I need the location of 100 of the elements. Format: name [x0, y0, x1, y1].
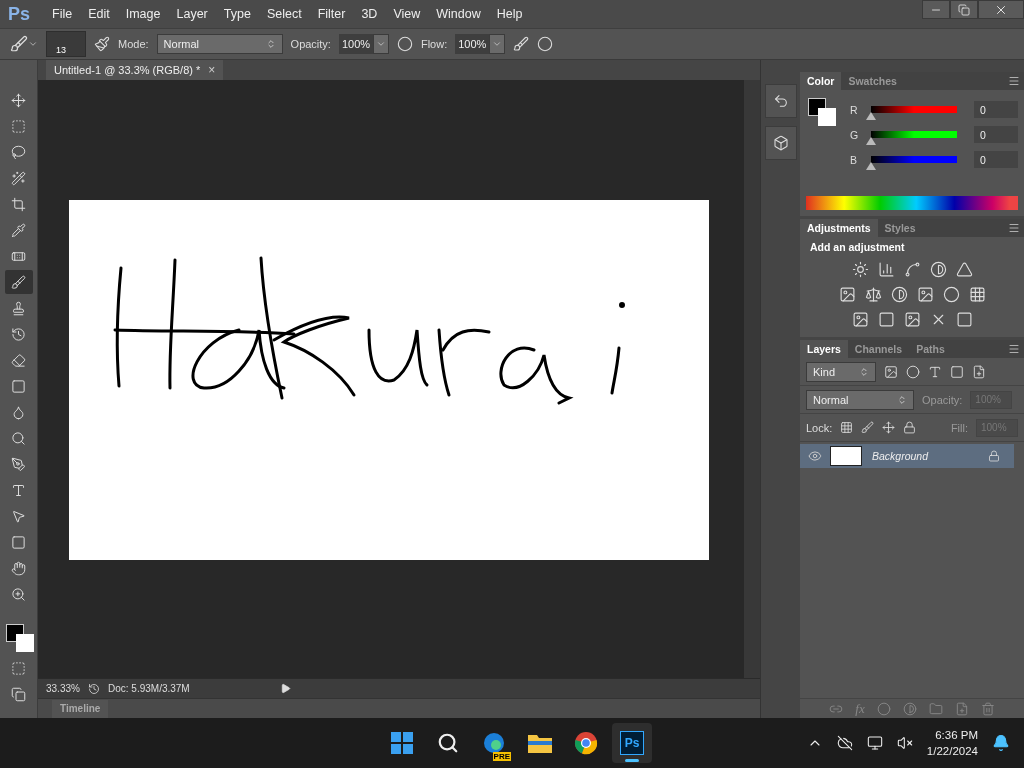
type-icon: [11, 482, 26, 498]
app-badge: PRE: [492, 752, 511, 761]
clock-time: 6:36 PM: [935, 728, 978, 743]
channel-value-field[interactable]: 0: [974, 101, 1018, 118]
channel-value-field[interactable]: 0: [974, 126, 1018, 143]
new-layer-icon: [954, 701, 969, 716]
history-panel-button[interactable]: [764, 84, 797, 118]
hand-icon: [11, 560, 26, 576]
folder-icon: [928, 701, 943, 716]
menu-item[interactable]: Filter: [309, 7, 354, 21]
pen-icon: [11, 456, 26, 472]
brush-icon: [10, 35, 28, 53]
lock-pixels-icon: [840, 421, 854, 434]
menu-item[interactable]: Help: [488, 7, 531, 21]
taskbar-app-button[interactable]: Ps: [612, 723, 652, 763]
menu-item[interactable]: Type: [215, 7, 259, 21]
panel-menu-icon: [1008, 75, 1020, 87]
balance-icon: [864, 286, 882, 303]
bell-icon: [992, 734, 1010, 752]
channel-label: R: [850, 103, 859, 116]
layer-name: Background: [872, 450, 930, 462]
lock-all-icon: [903, 421, 917, 434]
browser-icon: [483, 732, 505, 754]
lasso-icon: [11, 144, 26, 160]
opacity-label: Opacity:: [290, 38, 331, 50]
type-filter-icon: [928, 364, 942, 379]
caret-icon: [28, 39, 38, 49]
layer-thumbnail: [830, 446, 862, 466]
menu-item[interactable]: View: [385, 7, 429, 21]
move-icon: [11, 92, 26, 108]
canvas[interactable]: [69, 200, 709, 560]
updown-icon: [859, 366, 869, 377]
eyedropper-icon: [11, 222, 26, 238]
restore-button[interactable]: [950, 0, 978, 19]
panel-tab[interactable]: Channels: [847, 340, 910, 358]
panel-tab[interactable]: Layers: [800, 340, 848, 358]
slider-thumb[interactable]: [866, 137, 876, 145]
history-brush-icon: [11, 326, 26, 342]
zoom-icon: [11, 586, 26, 602]
clock[interactable]: 6:36 PM 1/22/2024: [926, 727, 978, 759]
3d-panel-button[interactable]: [764, 126, 797, 160]
panel-tab[interactable]: Color: [800, 72, 842, 90]
updown-icon: [265, 39, 276, 49]
document-tab[interactable]: Untitled-1 @ 33.3% (RGB/8) * ×: [46, 60, 224, 80]
slider-thumb[interactable]: [866, 162, 876, 170]
lock-position-icon: [882, 421, 896, 434]
eye-icon: [808, 449, 822, 463]
network-icon: [866, 735, 883, 751]
scrollbar-track[interactable]: [744, 80, 760, 678]
panel-tab[interactable]: Swatches: [841, 72, 904, 90]
app-logo: Ps: [7, 3, 32, 25]
menu-item[interactable]: Window: [428, 7, 489, 21]
taskbar-app-button[interactable]: PRE: [474, 723, 514, 763]
panel-tab[interactable]: Paths: [909, 340, 952, 358]
slider-thumb[interactable]: [866, 112, 876, 120]
filter-select[interactable]: Kind: [806, 361, 876, 382]
crop-icon: [11, 196, 26, 212]
caret-icon: [492, 39, 503, 49]
mode-select[interactable]: Normal: [156, 34, 283, 54]
cloud-off-icon: [836, 735, 853, 751]
menu-item[interactable]: File: [44, 7, 81, 21]
panel-tab[interactable]: Adjustments: [800, 219, 878, 237]
history-icon: [772, 93, 789, 109]
channel-value-field[interactable]: 0: [974, 151, 1018, 168]
color-spectrum[interactable]: [806, 196, 1018, 210]
split-circle-icon: [890, 286, 908, 303]
lock-paint-icon: [861, 421, 875, 434]
opacity-field[interactable]: 100%: [338, 34, 373, 54]
channel-label: G: [850, 128, 860, 141]
dropdown-button[interactable]: [489, 34, 506, 54]
menu-item[interactable]: Image: [117, 7, 169, 21]
brush-panel-icon: [94, 36, 110, 52]
menu-item[interactable]: Layer: [168, 7, 216, 21]
levels-icon: [877, 261, 895, 278]
tool-button[interactable]: [4, 270, 33, 294]
blur-icon: [11, 404, 26, 420]
menu-item[interactable]: Select: [258, 7, 310, 21]
chrome-icon: [574, 731, 598, 755]
mode-label: Mode:: [118, 38, 149, 50]
menu-item[interactable]: Edit: [80, 7, 118, 21]
close-tab-button[interactable]: ×: [208, 63, 216, 77]
eraser-icon: [11, 352, 26, 368]
cube-icon: [772, 135, 789, 151]
document-size: Doc: 5.93M/3.37M: [107, 683, 191, 694]
quick-select-icon: [11, 170, 26, 186]
trash-icon: [980, 701, 995, 716]
shape-icon: [11, 534, 26, 550]
panel-heading: Add an adjustment: [810, 241, 905, 253]
stamp-icon: [11, 300, 26, 316]
flow-field[interactable]: 100%: [455, 34, 490, 54]
panel-menu-icon: [1008, 343, 1020, 355]
clock-date: 1/22/2024: [926, 744, 978, 759]
search-icon: [437, 732, 459, 754]
layer-row[interactable]: Background: [800, 444, 1014, 468]
brush-preset-button[interactable]: 13: [46, 31, 86, 57]
minimize-button[interactable]: [922, 0, 950, 19]
brightness-icon: [851, 261, 869, 278]
menu-item[interactable]: 3D: [353, 7, 386, 21]
panel-tab[interactable]: Styles: [877, 219, 923, 237]
blend-mode-select[interactable]: Normal: [806, 389, 914, 410]
